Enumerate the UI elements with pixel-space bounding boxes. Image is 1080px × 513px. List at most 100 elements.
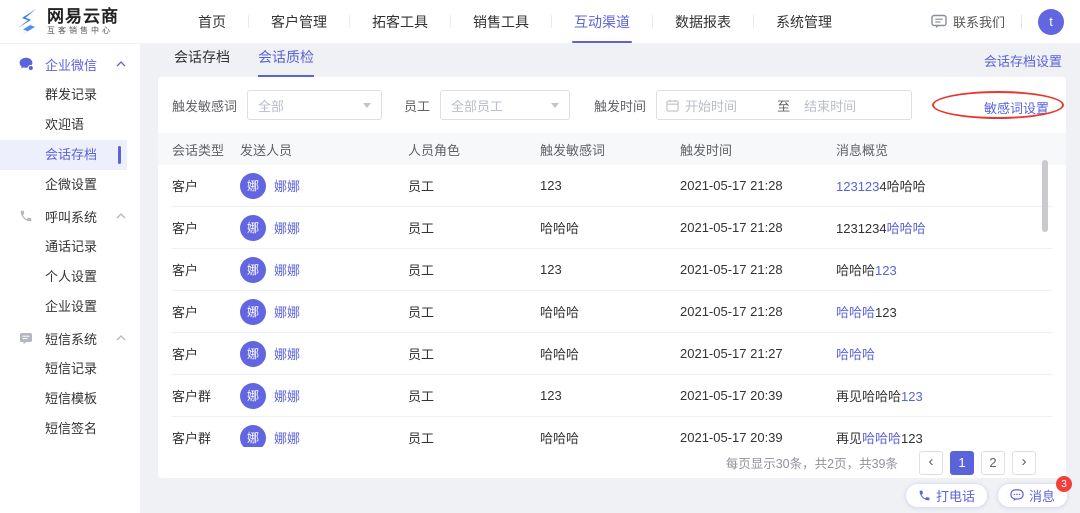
quality-check-panel: 触发敏感词 全部 员工 全部员工 触发时间 开始时间 至 结束时间 敏感词设置 …: [158, 77, 1066, 478]
nav-item-lead-tools[interactable]: 拓客工具: [350, 0, 450, 43]
table-row[interactable]: 客户 娜 娜娜 员工 123 2021-05-17 21:28 1231234哈…: [172, 165, 1052, 207]
col-header-trigger-time: 触发时间: [680, 142, 733, 158]
cell-role: 员工: [408, 431, 435, 446]
table-row[interactable]: 客户 娜 娜娜 员工 哈哈哈 2021-05-17 21:28 1231234哈…: [172, 207, 1052, 249]
pagination-page-2[interactable]: 2: [981, 450, 1005, 475]
make-call-button[interactable]: 打电话: [904, 483, 988, 508]
user-avatar[interactable]: t: [1038, 8, 1064, 35]
caret-down-icon: [551, 102, 560, 108]
cell-message-preview: 哈哈哈123: [836, 305, 897, 320]
cell-role: 员工: [408, 179, 435, 194]
cell-session-type: 客户: [172, 179, 199, 194]
sender-name: 娜娜: [274, 389, 301, 404]
archive-settings-link[interactable]: 会话存档设置: [984, 51, 1062, 70]
sender-name: 娜娜: [274, 347, 301, 362]
cell-session-type: 客户: [172, 263, 199, 278]
table-body: 客户 娜 娜娜 员工 123 2021-05-17 21:28 1231234哈…: [158, 165, 1066, 447]
staff-filter-select[interactable]: 全部员工: [440, 90, 571, 120]
cell-message-preview: 再见哈哈哈123: [836, 431, 923, 446]
sensitive-words-settings-link[interactable]: 敏感词设置: [984, 98, 1049, 117]
keyword-filter-select[interactable]: 全部: [247, 90, 383, 120]
pagination-next-button[interactable]: ›: [1012, 450, 1036, 475]
cell-trigger-time: 2021-05-17 21:28: [680, 304, 783, 319]
sender-name: 娜娜: [274, 431, 301, 446]
page: 网易云商 互客销售中心 首页 客户管理 拓客工具 销售工具 互动渠道 数据报表 …: [0, 0, 1080, 513]
end-time-placeholder: 结束时间: [804, 98, 857, 114]
sidebar-group-sms-system[interactable]: 短信系统: [0, 322, 140, 354]
cell-keyword: 哈哈哈: [540, 221, 580, 236]
cell-trigger-time: 2021-05-17 21:27: [680, 346, 783, 361]
nav-item-customer-mgmt[interactable]: 客户管理: [249, 0, 349, 43]
cell-keyword: 123: [540, 178, 562, 193]
sidebar-item-call-records[interactable]: 通话记录: [0, 232, 140, 262]
cell-keyword: 哈哈哈: [540, 305, 580, 320]
nav-item-sales-tools[interactable]: 销售工具: [451, 0, 551, 43]
sender-avatar: 娜: [240, 298, 266, 325]
table-scrollbar-thumb[interactable]: [1042, 160, 1048, 232]
tab-session-archive[interactable]: 会话存档: [174, 44, 230, 77]
messages-button[interactable]: 消息 3: [996, 476, 1072, 508]
sidebar-item-sms-signature[interactable]: 短信签名: [0, 414, 140, 444]
sidebar-group-wecom[interactable]: 企业微信: [0, 48, 140, 80]
pagination-prev-button[interactable]: ‹: [919, 450, 943, 475]
nav-item-system-mgmt[interactable]: 系统管理: [754, 0, 854, 43]
sender-name: 娜娜: [274, 179, 301, 194]
table-row[interactable]: 客户 娜 娜娜 员工 123 2021-05-17 21:28 哈哈哈123: [172, 249, 1052, 291]
cell-message-preview: 哈哈哈123: [836, 263, 897, 278]
table-row[interactable]: 客户 娜 娜娜 员工 哈哈哈 2021-05-17 21:28 哈哈哈123: [172, 291, 1052, 333]
table-row[interactable]: 客户 娜 娜娜 员工 哈哈哈 2021-05-17 21:27 哈哈哈: [172, 333, 1052, 375]
topbar: 网易云商 互客销售中心 首页 客户管理 拓客工具 销售工具 互动渠道 数据报表 …: [0, 0, 1080, 44]
calendar-icon: [666, 99, 679, 112]
sender-name: 娜娜: [274, 263, 301, 278]
col-header-role: 人员角色: [408, 142, 461, 158]
topbar-divider: [1021, 14, 1022, 29]
col-header-session-type: 会话类型: [172, 142, 225, 158]
col-header-sender: 发送人员: [240, 142, 293, 158]
table-row[interactable]: 客户群 娜 娜娜 员工 123 2021-05-17 20:39 再见哈哈哈12…: [172, 375, 1052, 417]
sidebar-item-session-archive[interactable]: 会话存档: [0, 140, 140, 170]
pagination-page-1[interactable]: 1: [950, 450, 974, 475]
staff-filter-label: 员工: [404, 98, 431, 114]
keyword-filter-value: 全部: [258, 98, 285, 114]
col-header-message-preview: 消息概览: [836, 142, 889, 158]
tab-session-quality-check[interactable]: 会话质检: [258, 44, 314, 77]
brand-subtitle: 互客销售中心: [47, 25, 113, 35]
time-filter-label: 触发时间: [594, 98, 647, 114]
nav-item-home[interactable]: 首页: [176, 0, 248, 43]
wecom-chat-icon: [18, 56, 34, 72]
cell-trigger-time: 2021-05-17 20:39: [680, 430, 783, 445]
unread-badge: 3: [1056, 476, 1072, 492]
sidebar-item-personal-settings[interactable]: 个人设置: [0, 262, 140, 292]
cell-role: 员工: [408, 221, 435, 236]
chevron-up-icon: [116, 213, 126, 219]
sidebar-item-wecom-settings[interactable]: 企微设置: [0, 170, 140, 200]
col-header-keyword: 触发敏感词: [540, 142, 606, 158]
chat-dots-icon: [1010, 489, 1024, 502]
sender-avatar: 娜: [240, 214, 266, 241]
contact-us-label: 联系我们: [952, 15, 1005, 30]
time-range-picker[interactable]: 开始时间 至 结束时间: [656, 90, 913, 120]
sender-avatar: 娜: [240, 424, 266, 447]
contact-us-button[interactable]: 联系我们: [931, 12, 1005, 31]
sidebar-group-call-system[interactable]: 呼叫系统: [0, 200, 140, 232]
cell-role: 员工: [408, 389, 435, 404]
sidebar-item-sms-templates[interactable]: 短信模板: [0, 384, 140, 414]
sidebar-item-company-settings[interactable]: 企业设置: [0, 292, 140, 322]
sidebar-group-label: 短信系统: [45, 331, 98, 347]
make-call-label: 打电话: [935, 489, 975, 504]
sidebar-item-sms-records[interactable]: 短信记录: [0, 354, 140, 384]
table-row[interactable]: 客户群 娜 娜娜 员工 哈哈哈 2021-05-17 20:39 再见哈哈哈12…: [172, 417, 1052, 447]
top-nav: 首页 客户管理 拓客工具 销售工具 互动渠道 数据报表 系统管理: [176, 0, 854, 43]
nav-item-interactive-channels[interactable]: 互动渠道: [552, 0, 652, 43]
cell-session-type: 客户群: [172, 431, 212, 446]
sender-name: 娜娜: [274, 305, 301, 320]
cell-keyword: 哈哈哈: [540, 347, 580, 362]
nav-item-data-reports[interactable]: 数据报表: [653, 0, 753, 43]
keyword-filter-label: 触发敏感词: [172, 98, 238, 114]
brand-logo[interactable]: 网易云商 互客销售中心: [0, 6, 160, 36]
sidebar-item-mass-send-records[interactable]: 群发记录: [0, 80, 140, 110]
tabs-row: 会话存档 会话质检 会话存档设置: [140, 44, 1080, 77]
caret-down-icon: [363, 102, 372, 108]
brand-name: 网易云商: [47, 6, 119, 26]
sidebar-item-welcome-message[interactable]: 欢迎语: [0, 110, 140, 140]
